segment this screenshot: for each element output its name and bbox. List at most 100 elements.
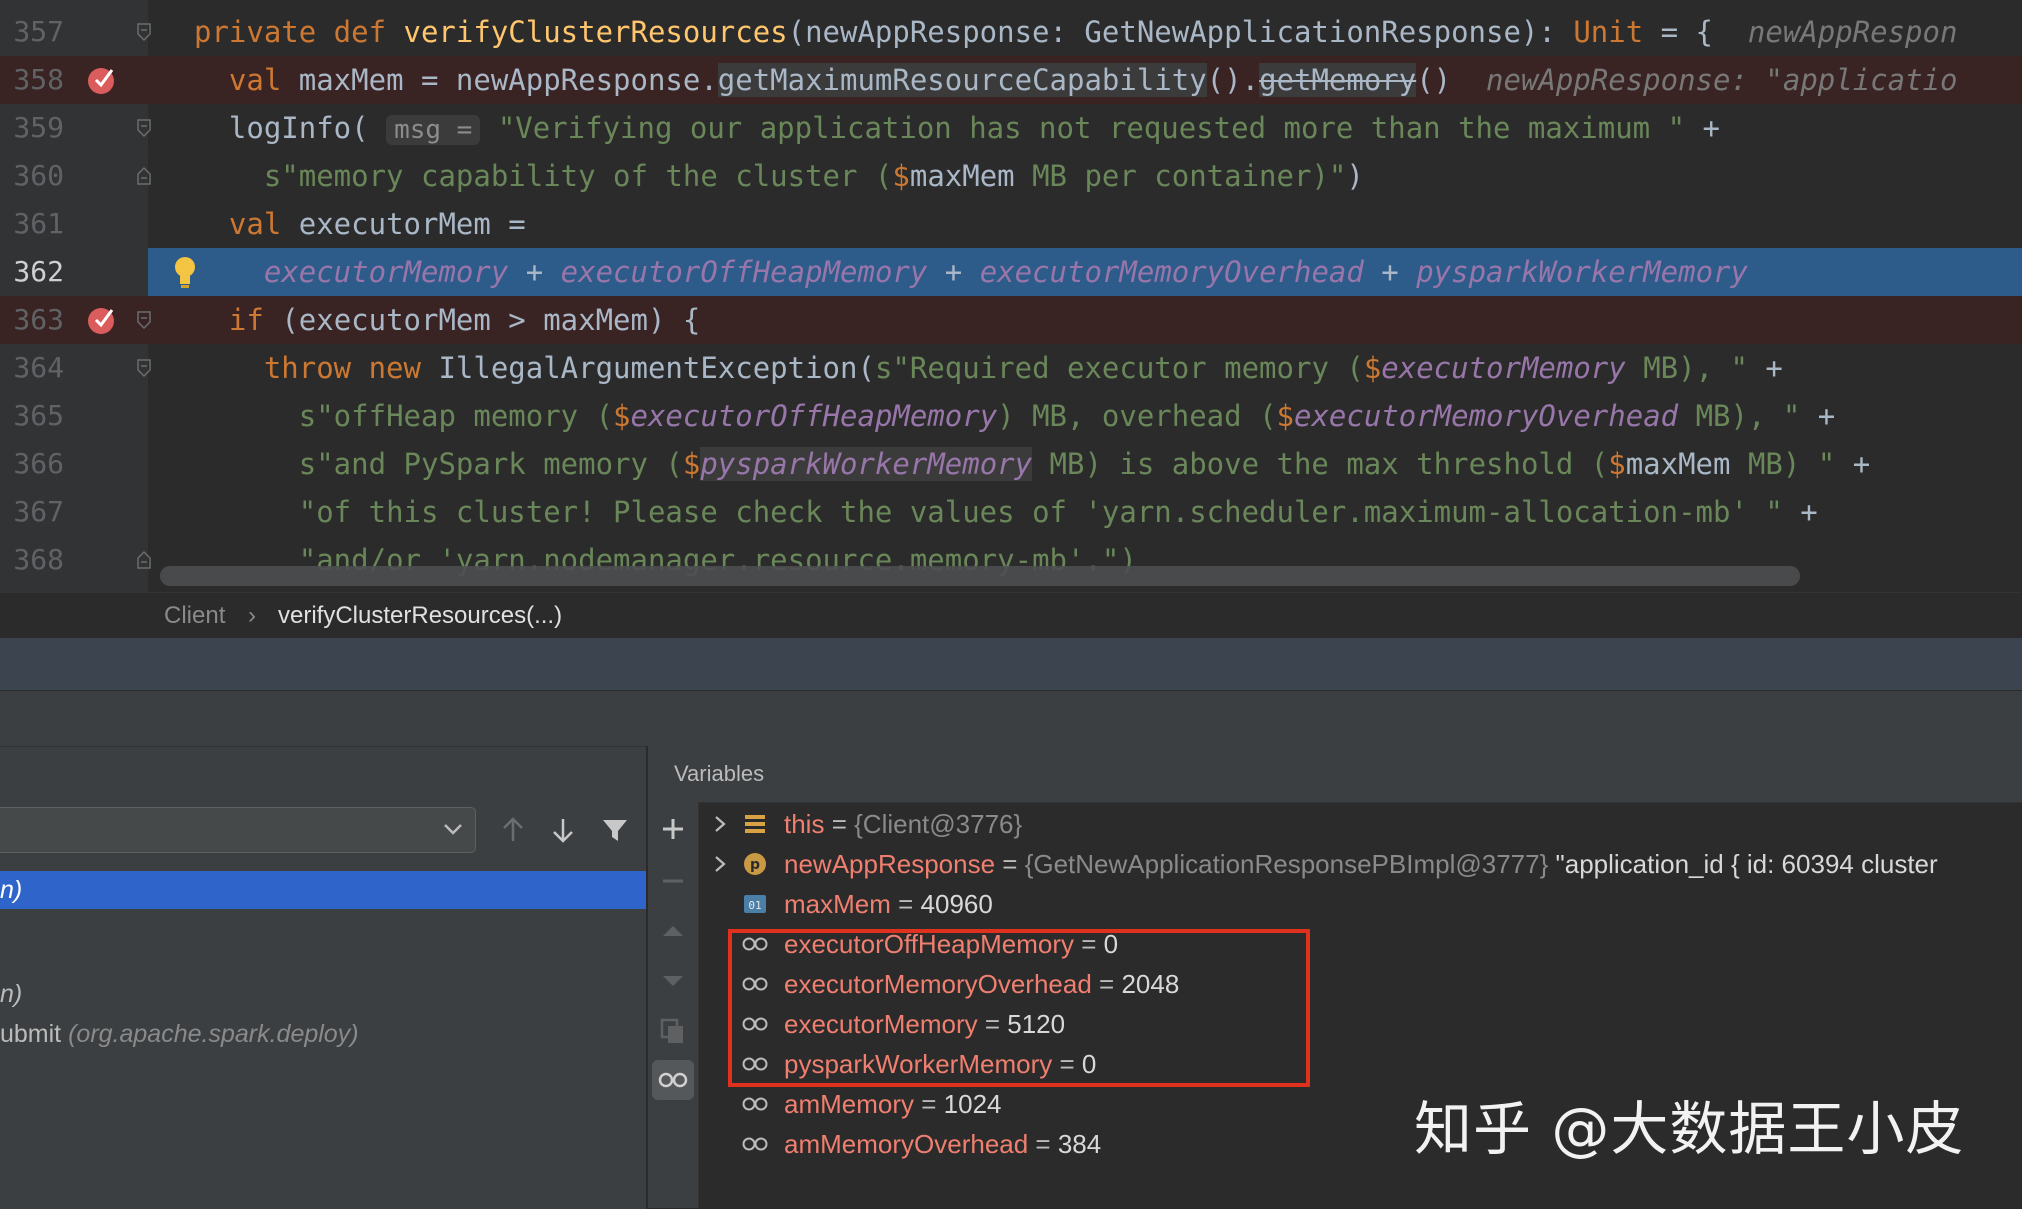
line-number: 368 xyxy=(13,543,64,576)
code-line[interactable]: 363 if (executorMem > maxMem) { xyxy=(0,296,2022,344)
fold-marker-icon[interactable] xyxy=(136,550,152,570)
frames-header xyxy=(0,747,646,807)
code-line[interactable]: 367 "of this cluster! Please check the v… xyxy=(0,488,2022,536)
svg-text:01: 01 xyxy=(748,899,761,912)
code-token: s"and PySpark memory ( xyxy=(298,447,683,481)
code-token: throw new xyxy=(263,351,439,385)
code-line[interactable]: 365 s"offHeap memory ($executorOffHeapMe… xyxy=(0,392,2022,440)
code-token: Unit xyxy=(1573,15,1644,49)
frame-package: (org.apache.spark.deploy) xyxy=(68,1020,359,1048)
code-token: val xyxy=(228,207,299,241)
variable-equals: = xyxy=(824,809,855,839)
code-token: ) MB, overhead ( xyxy=(997,399,1277,433)
code-line[interactable]: 366 s"and PySpark memory ($pysparkWorker… xyxy=(0,440,2022,488)
line-number: 367 xyxy=(13,495,64,528)
line-number: 365 xyxy=(13,399,64,432)
variable-value: 40960 xyxy=(920,889,993,919)
code-text[interactable]: throw new IllegalArgumentException(s"Req… xyxy=(194,344,1783,392)
variable-name: this xyxy=(784,809,825,839)
code-text[interactable]: logInfo( msg = "Verifying our applicatio… xyxy=(194,104,1720,154)
variable-text: maxMem = 40960 xyxy=(784,884,993,924)
variables-title: Variables xyxy=(674,761,765,786)
breakpoint-icon[interactable] xyxy=(86,64,118,96)
thread-selector[interactable] xyxy=(0,807,476,853)
line-number: 363 xyxy=(13,303,64,336)
code-text[interactable]: val maxMem = newAppResponse.getMaximumRe… xyxy=(194,56,1957,104)
fold-marker-icon[interactable] xyxy=(136,166,152,186)
code-line[interactable]: 364 throw new IllegalArgumentException(s… xyxy=(0,344,2022,392)
code-line[interactable]: 362 executorMemory + executorOffHeapMemo… xyxy=(0,248,2022,296)
code-token: + xyxy=(1800,399,1836,433)
watch-icon xyxy=(742,1097,768,1111)
code-token: executorOffHeapMemory xyxy=(630,399,998,433)
code-editor[interactable]: 357 private def verifyClusterResources(ne… xyxy=(0,0,2022,592)
line-number: 361 xyxy=(13,207,64,240)
chevron-right-icon[interactable] xyxy=(712,855,728,873)
code-token: executorMem = xyxy=(298,207,526,241)
fold-marker-icon[interactable] xyxy=(136,118,152,138)
code-token: IllegalArgumentException( xyxy=(438,351,875,385)
code-text[interactable]: if (executorMem > maxMem) { xyxy=(194,296,700,344)
highlight-annotation-box xyxy=(728,929,1310,1087)
variable-row[interactable]: 01 maxMem = 40960 xyxy=(648,884,2022,924)
breadcrumb-class[interactable]: Client xyxy=(164,593,225,639)
breadcrumb-method[interactable]: verifyClusterResources(...) xyxy=(278,593,562,639)
code-line[interactable]: 359 logInfo( msg = "Verifying our applic… xyxy=(0,104,2022,152)
code-line[interactable]: 358 val maxMem = newAppResponse.getMaxim… xyxy=(0,56,2022,104)
field-icon xyxy=(745,815,765,833)
variable-name: amMemoryOverhead xyxy=(784,1129,1029,1159)
code-token: + xyxy=(1835,447,1871,481)
fold-marker-icon[interactable] xyxy=(136,358,152,378)
code-line[interactable]: 360 s"memory capability of the cluster (… xyxy=(0,152,2022,200)
code-token: executorMemoryOverhead xyxy=(979,255,1364,289)
code-token: executorOffHeapMemory xyxy=(560,255,928,289)
code-token: + xyxy=(1782,495,1818,529)
code-token: val xyxy=(228,63,299,97)
code-token: s"offHeap memory ( xyxy=(298,399,614,433)
code-text[interactable]: private def verifyClusterResources(newAp… xyxy=(194,8,1957,56)
fold-marker-icon[interactable] xyxy=(136,22,152,42)
variable-row[interactable]: p newAppResponse = {GetNewApplicationResp… xyxy=(648,844,2022,884)
filter-icon[interactable] xyxy=(600,815,630,845)
code-text[interactable]: val executorMem = xyxy=(194,200,526,248)
code-text[interactable]: s"offHeap memory ($executorOffHeapMemory… xyxy=(194,392,1835,440)
primitive-icon: 01 xyxy=(744,895,766,913)
code-token: MB), " xyxy=(1678,399,1801,433)
breakpoint-icon[interactable] xyxy=(86,304,118,336)
code-token: + xyxy=(1747,351,1783,385)
parameter-icon: p xyxy=(744,853,766,875)
code-token: maxMem xyxy=(909,159,1015,193)
frame-item[interactable]: ubmit (org.apache.spark.deploy) xyxy=(0,1015,646,1053)
variable-equals: = xyxy=(1028,1129,1058,1159)
code-token: $ xyxy=(682,447,701,481)
code-token: getMemory xyxy=(1259,63,1417,97)
code-token: executorMemoryOverhead xyxy=(1294,399,1679,433)
code-token: + xyxy=(927,255,980,289)
frame-item[interactable]: n) xyxy=(0,871,646,909)
code-text[interactable]: "of this cluster! Please check the value… xyxy=(194,488,1818,536)
arrow-up-icon[interactable] xyxy=(498,815,528,845)
code-token: s"Required executor memory ( xyxy=(874,351,1364,385)
code-token: (newAppResponse: GetNewApplicationRespon… xyxy=(787,15,1574,49)
variable-equals: = xyxy=(890,889,921,919)
code-text[interactable]: s"memory capability of the cluster ($max… xyxy=(194,152,1364,200)
code-token: pysparkWorkerMemory xyxy=(1416,255,1748,289)
variable-name: amMemory xyxy=(784,1089,915,1119)
horizontal-scrollbar[interactable] xyxy=(160,566,1800,586)
frame-item[interactable]: n) xyxy=(0,975,646,1013)
code-line[interactable]: 361 val executorMem = xyxy=(0,200,2022,248)
code-text[interactable]: executorMemory + executorOffHeapMemory +… xyxy=(194,248,1748,296)
code-text[interactable]: s"and PySpark memory ($pysparkWorkerMemo… xyxy=(194,440,1870,488)
arrow-down-icon[interactable] xyxy=(548,815,578,845)
chevron-right-icon[interactable] xyxy=(712,815,728,833)
variable-text: newAppResponse = {GetNewApplicationRespo… xyxy=(784,844,1938,884)
variable-row[interactable]: this = {Client@3776} xyxy=(648,804,2022,844)
code-line[interactable]: 357 private def verifyClusterResources(ne… xyxy=(0,8,2022,56)
fold-marker-icon[interactable] xyxy=(136,310,152,330)
